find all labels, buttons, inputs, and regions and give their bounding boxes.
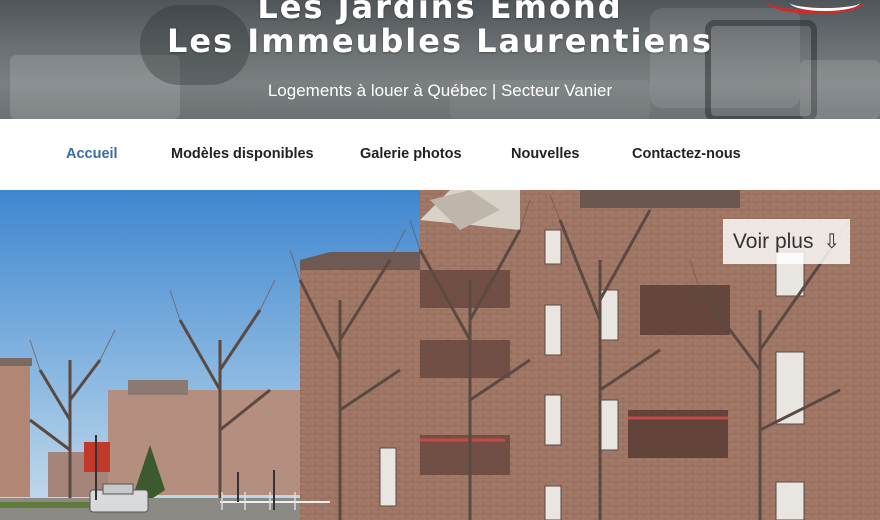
nav-item-modeles-disponibles[interactable]: Modèles disponibles — [171, 146, 314, 162]
voir-plus-label: Voir plus — [732, 230, 814, 253]
nav-item-accueil[interactable]: Accueil — [66, 146, 118, 162]
nav-item-contactez-nous[interactable]: Contactez-nous — [632, 146, 741, 162]
site-header: Les Jardins Émond Les Immeubles Laurenti… — [0, 0, 880, 119]
site-tagline: Logements à louer à Québec | Secteur Van… — [267, 81, 613, 100]
main-navigation: Accueil Modèles disponibles Galerie phot… — [0, 119, 880, 190]
arrow-down-icon: ⇩ — [823, 231, 841, 253]
voir-plus-button[interactable]: Voir plus ⇩ — [723, 219, 850, 264]
site-title-line2[interactable]: Les Immeubles Laurentiens — [0, 22, 880, 60]
nav-item-nouvelles[interactable]: Nouvelles — [511, 146, 580, 162]
nav-item-galerie-photos[interactable]: Galerie photos — [360, 146, 462, 162]
